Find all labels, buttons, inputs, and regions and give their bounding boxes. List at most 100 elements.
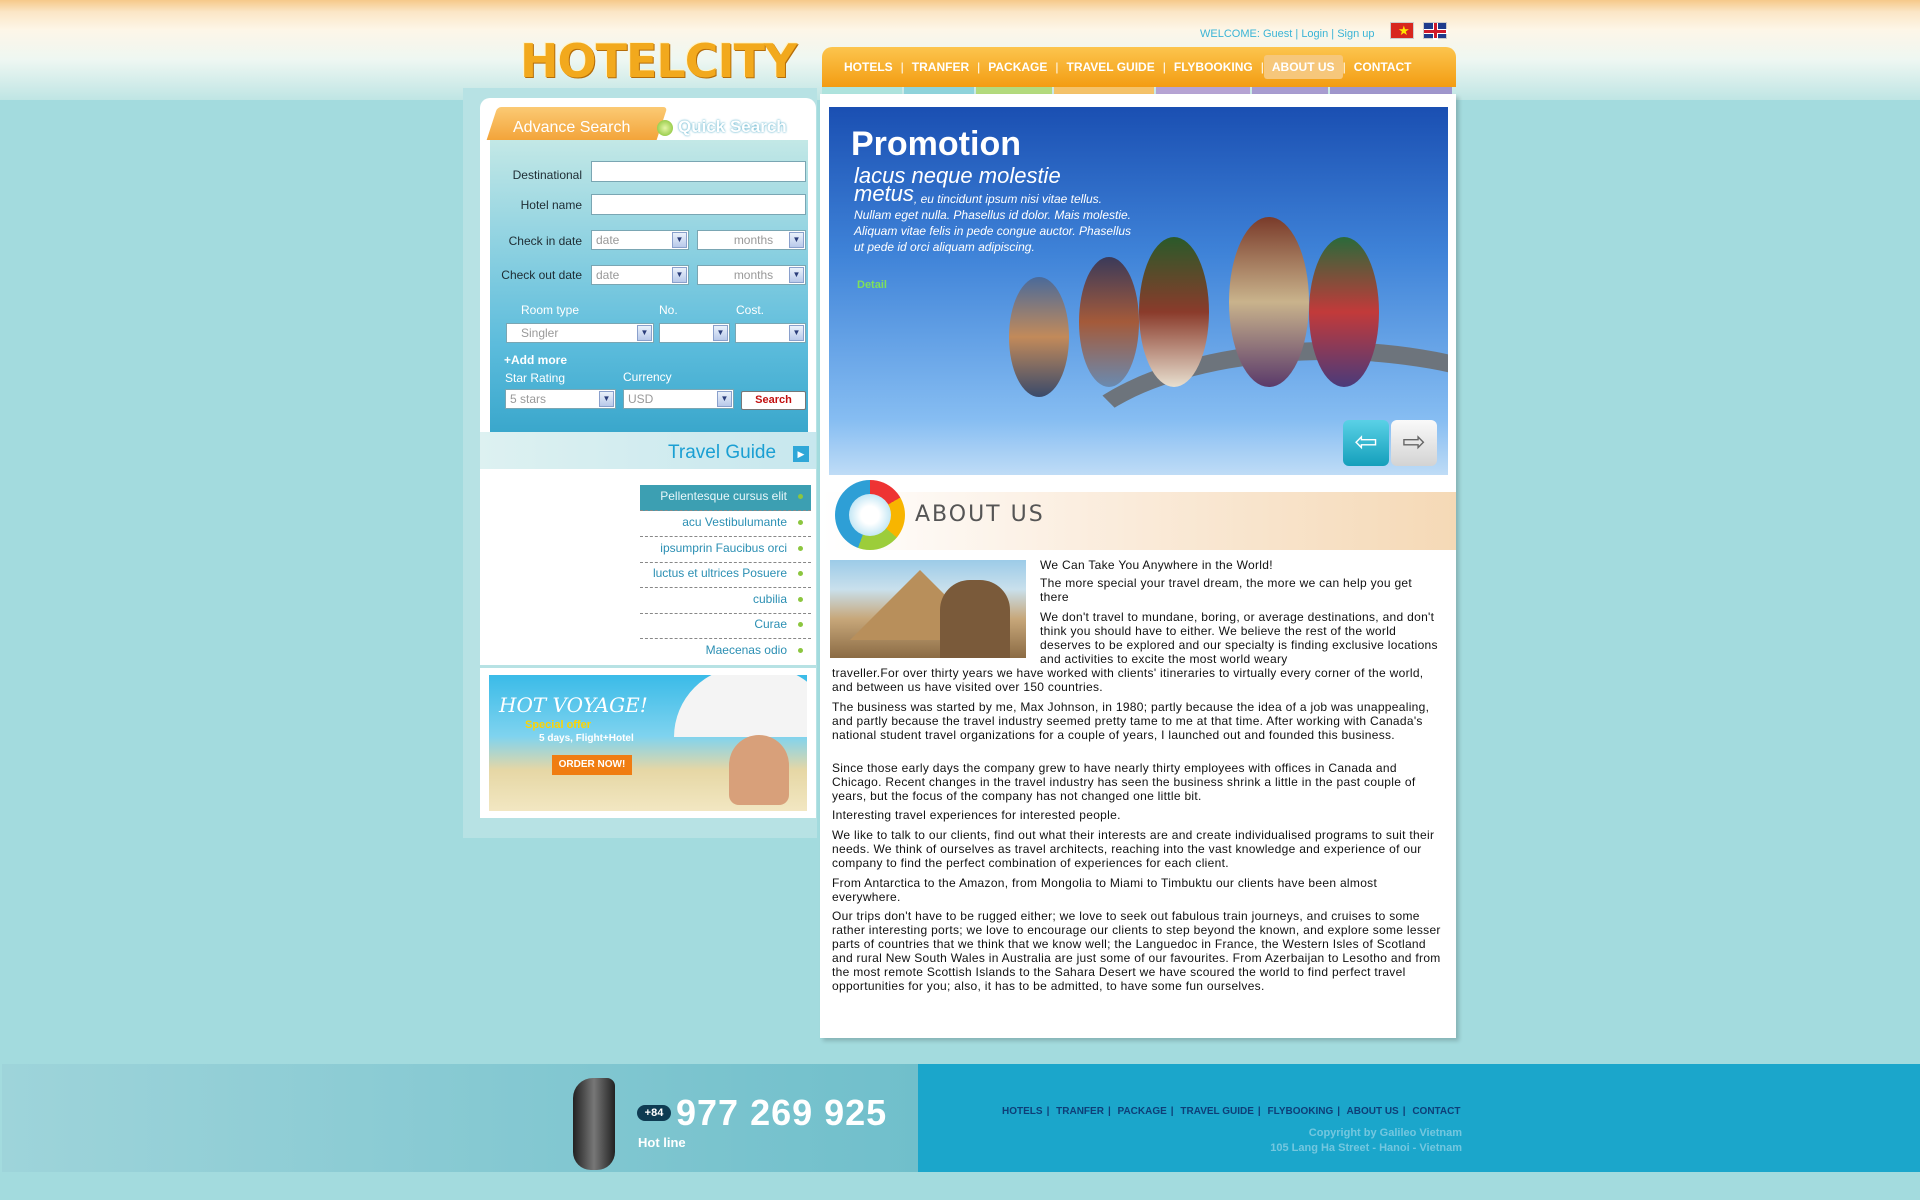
- hot-voyage-banner[interactable]: HOT VOYAGE! Special offer 5 days, Flight…: [489, 675, 807, 811]
- hotelcity-logo[interactable]: HOTELCITY: [520, 34, 797, 88]
- destination-label: Destinational: [512, 168, 582, 182]
- bullet-icon: [798, 571, 803, 576]
- travel-guide-item[interactable]: cubilia: [640, 588, 811, 614]
- promotion-title: Promotion: [851, 125, 1021, 163]
- travel-guide-item-label: Maecenas odio: [705, 643, 787, 657]
- room-type-value: Singler: [521, 326, 559, 340]
- uk-flag-icon[interactable]: [1423, 22, 1448, 40]
- add-more-link[interactable]: +Add more: [504, 353, 567, 367]
- tab-advance-search-label[interactable]: Advance Search: [513, 119, 630, 137]
- nav-separator: |: [1046, 1106, 1050, 1117]
- chevron-down-icon: ▼: [789, 232, 804, 248]
- people-image: [729, 735, 789, 805]
- nav-flybooking[interactable]: FLYBOOKING: [1166, 55, 1261, 79]
- slider-next-button[interactable]: ⇨: [1391, 420, 1437, 466]
- search-button[interactable]: Search: [741, 391, 806, 410]
- footer-nav-package[interactable]: PACKAGE: [1118, 1106, 1167, 1117]
- nav-about-us[interactable]: ABOUT US: [1263, 55, 1343, 79]
- glass-bird-image: [1309, 237, 1379, 387]
- pyramid-sphinx-image: [830, 560, 1026, 658]
- nav-separator: |: [1170, 1106, 1174, 1117]
- about-paragraph: We don't travel to mundane, boring, or a…: [1040, 610, 1438, 666]
- bullet-icon: [798, 622, 803, 627]
- checkout-months-select[interactable]: months ▼: [697, 265, 806, 285]
- about-paragraph: Interesting travel experiences for inter…: [832, 808, 1121, 822]
- footer-nav-contact[interactable]: CONTACT: [1412, 1106, 1460, 1117]
- signup-link[interactable]: Sign up: [1337, 28, 1374, 40]
- nav-tranfer[interactable]: TRANFER: [904, 55, 977, 79]
- star-rating-select[interactable]: 5 stars ▼: [505, 389, 616, 409]
- about-paragraph: traveller.For over thirty years we have …: [832, 666, 1424, 694]
- checkout-date-select[interactable]: date ▼: [591, 265, 689, 285]
- currency-value: USD: [628, 392, 654, 406]
- cost-select[interactable]: ▼: [735, 323, 806, 343]
- hotline-label: Hot line: [638, 1135, 686, 1150]
- globe-logo-icon: [835, 480, 905, 550]
- travel-guide-title[interactable]: Travel Guide: [668, 442, 776, 464]
- banner-offer: Special offer: [525, 719, 592, 731]
- guest-link[interactable]: Guest: [1263, 28, 1292, 40]
- about-paragraph: The more special your travel dream, the …: [1040, 576, 1413, 604]
- room-type-select[interactable]: Singler ▼: [506, 323, 654, 343]
- footer-nav-about-us[interactable]: ABOUT US: [1347, 1106, 1399, 1117]
- quick-search-icon: [657, 120, 673, 136]
- bottom-strip: [0, 1172, 1920, 1200]
- about-paragraph: We Can Take You Anywhere in the World!: [1040, 558, 1273, 572]
- banner-title: HOT VOYAGE!: [499, 693, 648, 717]
- travel-guide-item[interactable]: Pellentesque cursus elit: [640, 485, 811, 511]
- travel-guide-item-label: Pellentesque cursus elit: [660, 489, 787, 503]
- slider-prev-button[interactable]: ⇦: [1343, 420, 1389, 466]
- about-paragraph: Our trips don't have to be rugged either…: [832, 909, 1441, 993]
- nav-package[interactable]: PACKAGE: [980, 55, 1055, 79]
- destination-input[interactable]: [591, 161, 806, 182]
- vietnam-flag-icon[interactable]: ★: [1390, 22, 1414, 39]
- divider: |: [1295, 28, 1299, 40]
- travel-guide-item-label: Curae: [754, 617, 787, 631]
- banner-days: 5 days, Flight+Hotel: [539, 733, 634, 744]
- checkin-months-select[interactable]: months ▼: [697, 230, 806, 250]
- bullet-icon: [798, 597, 803, 602]
- travel-guide-item-label: luctus et ultrices Posuere: [652, 566, 787, 580]
- travel-guide-item[interactable]: Curae: [640, 613, 811, 639]
- footer-nav-tranfer[interactable]: TRANFER: [1056, 1106, 1104, 1117]
- nav-contact[interactable]: CONTACT: [1346, 55, 1420, 79]
- hotel-name-input[interactable]: [591, 194, 806, 215]
- nav-travel-guide[interactable]: TRAVEL GUIDE: [1059, 55, 1163, 79]
- nav-color-stripes: [822, 87, 1456, 94]
- bullet-icon: [798, 494, 803, 499]
- about-paragraph: Since those early days the company grew …: [832, 761, 1416, 803]
- promotion-text: metus, eu tincidunt ipsum nisi vitae tel…: [854, 191, 1134, 255]
- about-paragraph: From Antarctica to the Amazon, from Mong…: [832, 876, 1378, 904]
- footer-nav-hotels[interactable]: HOTELS: [1002, 1106, 1043, 1117]
- glass-bird-image: [1079, 257, 1139, 387]
- footer-nav-flybooking[interactable]: FLYBOOKING: [1268, 1106, 1334, 1117]
- promotion-detail-link[interactable]: Detail: [857, 279, 887, 291]
- welcome-label: WELCOME:: [1200, 28, 1260, 40]
- nav-hotels[interactable]: HOTELS: [836, 55, 901, 79]
- order-now-button[interactable]: ORDER NOW!: [552, 755, 632, 775]
- star-rating-value: 5 stars: [510, 392, 547, 406]
- travel-guide-item-label: ipsumprin Faucibus orci: [660, 541, 787, 555]
- login-link[interactable]: Login: [1301, 28, 1328, 40]
- travel-guide-item[interactable]: Maecenas odio: [640, 639, 811, 665]
- nav-stripe: [1252, 87, 1328, 94]
- bullet-icon: [798, 648, 803, 653]
- chevron-down-icon: ▼: [717, 391, 732, 407]
- main-nav: HOTELS | TRANFER | PACKAGE | TRAVEL GUIDE | …: [822, 47, 1456, 87]
- checkout-months-value: months: [733, 268, 774, 282]
- travel-guide-item[interactable]: acu Vestibulumante: [640, 511, 811, 537]
- chevron-down-icon: ▼: [789, 325, 804, 341]
- copyright-text: Copyright by Galileo Vietnam: [1308, 1127, 1462, 1139]
- travel-guide-item[interactable]: ipsumprin Faucibus orci: [640, 537, 811, 563]
- checkin-date-select[interactable]: date ▼: [591, 230, 689, 250]
- currency-select[interactable]: USD ▼: [623, 389, 734, 409]
- tab-quick-search[interactable]: Quick Search: [678, 117, 787, 137]
- travel-guide-item[interactable]: luctus et ultrices Posuere: [640, 562, 811, 588]
- nav-separator: |: [1257, 1106, 1261, 1117]
- nav-separator: |: [1107, 1106, 1111, 1117]
- footer-nav-travel-guide[interactable]: TRAVEL GUIDE: [1180, 1106, 1254, 1117]
- room-type-label: Room type: [521, 303, 580, 317]
- play-arrow-icon[interactable]: ▶: [793, 446, 809, 462]
- travel-guide-item-label: cubilia: [752, 592, 787, 606]
- room-no-select[interactable]: ▼: [659, 323, 730, 343]
